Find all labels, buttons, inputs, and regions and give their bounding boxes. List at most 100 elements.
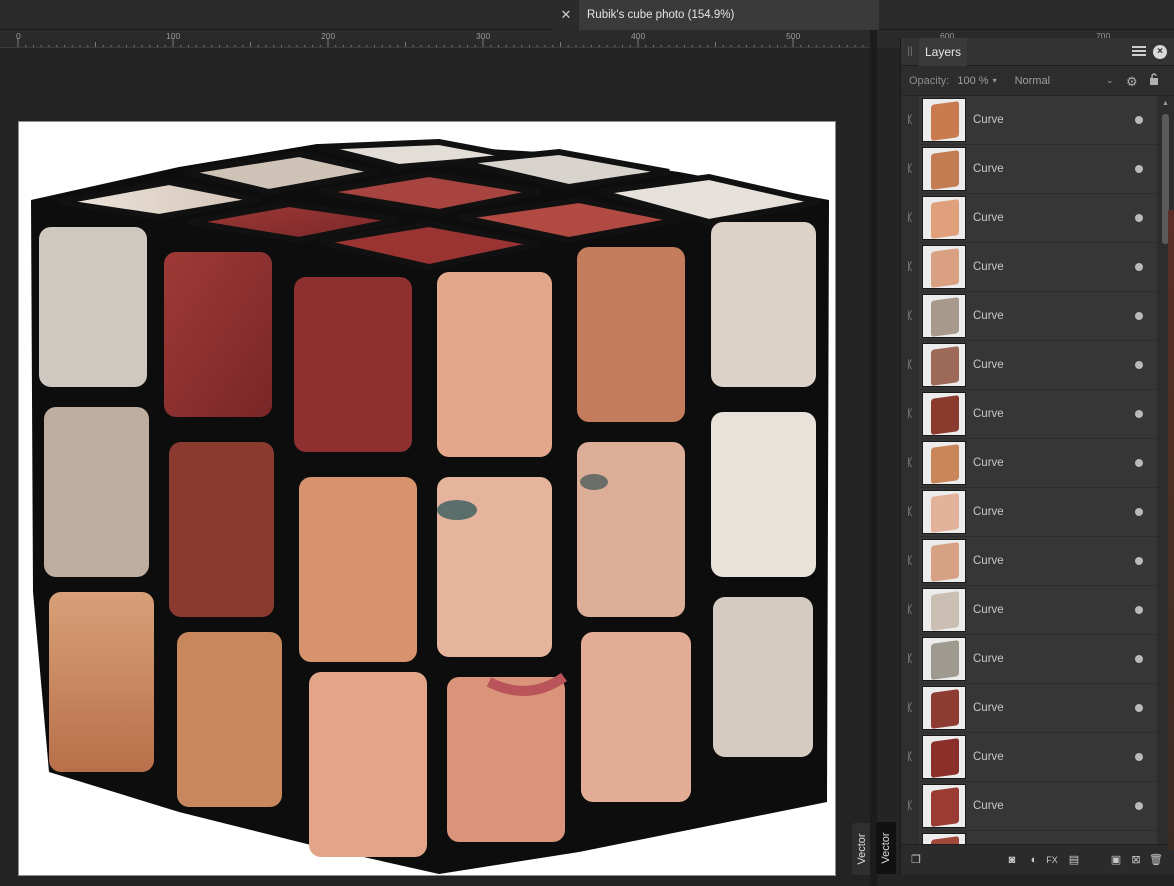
scroll-up-icon[interactable]: ▲ [1161,100,1170,112]
layer-row[interactable]: ᛕ Curve [901,684,1157,732]
gear-icon[interactable]: ⚙ [1126,74,1138,90]
visibility-dot-icon[interactable] [1135,753,1143,761]
layers-list[interactable]: ᛕ Curve ᛕ Curve ᛕ Curve ᛕ Curve ᛕ Curve ᛕ Curve ᛕ Cur… [901,96,1157,844]
layer-row[interactable]: ᛕCurve [901,635,1157,683]
layer-thumbnail[interactable] [922,686,966,730]
panel-menu-icon[interactable] [1132,44,1146,58]
layer-row[interactable]: ᛕCurve [901,194,1157,242]
mask-icon[interactable]: ◙ [1005,853,1019,867]
blend-mode-select[interactable]: Normal [1015,75,1050,87]
cube-right-face [437,222,816,842]
panel-grip-icon[interactable]: || [901,46,919,57]
layer-row[interactable]: ᛕCurve [901,782,1157,830]
document-canvas[interactable] [18,121,836,876]
visibility-dot-icon[interactable] [1135,704,1143,712]
layer-name[interactable]: Curve [973,310,1135,322]
layer-thumbnail[interactable] [922,147,966,191]
visibility-dot-icon[interactable] [1135,214,1143,222]
layer-name[interactable]: Curve [973,212,1135,224]
panel-close-icon[interactable]: × [1153,45,1167,59]
layer-thumbnail[interactable] [922,392,966,436]
visibility-dot-icon[interactable] [1135,459,1143,467]
layer-thumbnail-swatch [931,836,959,844]
layer-thumbnail-swatch [931,395,959,435]
visibility-dot-icon[interactable] [1135,606,1143,614]
layer-thumbnail[interactable] [922,637,966,681]
visibility-dot-icon[interactable] [1135,165,1143,173]
live-filter-icon[interactable]: ▤ [1067,853,1081,867]
visibility-dot-icon[interactable] [1135,410,1143,418]
vector-side-tab-left[interactable]: Vector [852,823,872,875]
layer-name[interactable]: Curve [973,751,1135,763]
opacity-value[interactable]: 100 % [957,75,988,87]
visibility-dot-icon[interactable] [1135,312,1143,320]
layer-row[interactable]: ᛕCurve [901,145,1157,193]
visibility-dot-icon[interactable] [1135,802,1143,810]
layers-panel-title[interactable]: Layers [919,37,968,66]
layer-row[interactable]: ᛕCurve [901,537,1157,585]
delete-layer-icon[interactable]: 🗑 [1149,853,1163,867]
layer-thumbnail[interactable] [922,441,966,485]
layer-thumbnail[interactable] [922,245,966,289]
layer-thumbnail[interactable] [922,294,966,338]
layer-row[interactable]: ᛕCurve [901,243,1157,291]
layer-row[interactable]: ᛕCurve [901,586,1157,634]
layer-row[interactable]: ᛕCurve [901,831,1157,844]
layer-thumbnail[interactable] [922,343,966,387]
document-tab[interactable]: ✕ Rubik's cube photo (154.9%) [553,0,879,30]
layer-name[interactable]: Curve [973,114,1135,126]
layer-thumbnail[interactable] [922,539,966,583]
fx-icon[interactable]: FX [1045,853,1059,867]
layer-name[interactable]: Curve [973,555,1135,567]
lock-icon[interactable] [1149,73,1159,85]
layer-name[interactable]: Curve [973,261,1135,273]
ruler-label: 0 [16,31,21,41]
cube-tile [39,227,147,387]
curve-layer-type-icon: ᛕ [901,684,919,732]
canvas-workspace[interactable]: Vector [0,48,872,886]
cube-tile [49,592,154,772]
layer-thumbnail[interactable] [922,588,966,632]
visibility-dot-icon[interactable] [1135,508,1143,516]
layer-name[interactable]: Curve [973,408,1135,420]
layer-thumbnail[interactable] [922,98,966,142]
layer-thumbnail[interactable] [922,735,966,779]
layer-row[interactable]: ᛕCurve [901,439,1157,487]
layer-name[interactable]: Curve [973,457,1135,469]
layer-name[interactable]: Curve [973,702,1135,714]
cube-tile [177,632,282,807]
group-layers-icon[interactable]: ⊠ [1129,853,1143,867]
canvas-vertical-scrollbar[interactable] [870,30,877,886]
blend-mode-chevron-icon[interactable]: ⌄ [1106,75,1114,86]
visibility-dot-icon[interactable] [1135,263,1143,271]
opacity-dropdown-icon[interactable]: ▾ [993,76,997,85]
layer-name[interactable]: Curve [973,506,1135,518]
vector-side-tab-right[interactable]: Vector [876,822,896,874]
cube-tile [294,277,412,452]
layer-name[interactable]: Curve [973,653,1135,665]
layer-thumbnail[interactable] [922,490,966,534]
layer-row[interactable]: ᛕCurve [901,292,1157,340]
layer-name[interactable]: Curve [973,800,1135,812]
visibility-dot-icon[interactable] [1135,361,1143,369]
background-strip [1168,210,1174,850]
adjustment-icon[interactable]: ◐ [1027,853,1041,867]
add-layer-icon[interactable]: ▣ [1109,853,1123,867]
visibility-dot-icon[interactable] [1135,116,1143,124]
visibility-dot-icon[interactable] [1135,655,1143,663]
layer-stack-icon[interactable]: ❐ [909,853,923,867]
layer-name[interactable]: Curve [973,604,1135,616]
layer-row[interactable]: ᛕCurve [901,733,1157,781]
layer-row[interactable]: ᛕCurve [901,341,1157,389]
layer-name[interactable]: Curve [973,359,1135,371]
layer-row[interactable]: ᛕCurve [901,488,1157,536]
layer-thumbnail[interactable] [922,196,966,240]
layer-thumbnail[interactable] [922,833,966,844]
layer-row[interactable]: ᛕCurve [901,390,1157,438]
visibility-dot-icon[interactable] [1135,557,1143,565]
layer-row[interactable]: ᛕCurve [901,96,1157,144]
layer-name[interactable]: Curve [973,163,1135,175]
close-tab-icon[interactable]: ✕ [553,0,579,30]
layer-thumbnail[interactable] [922,784,966,828]
cube-tile [711,222,816,387]
